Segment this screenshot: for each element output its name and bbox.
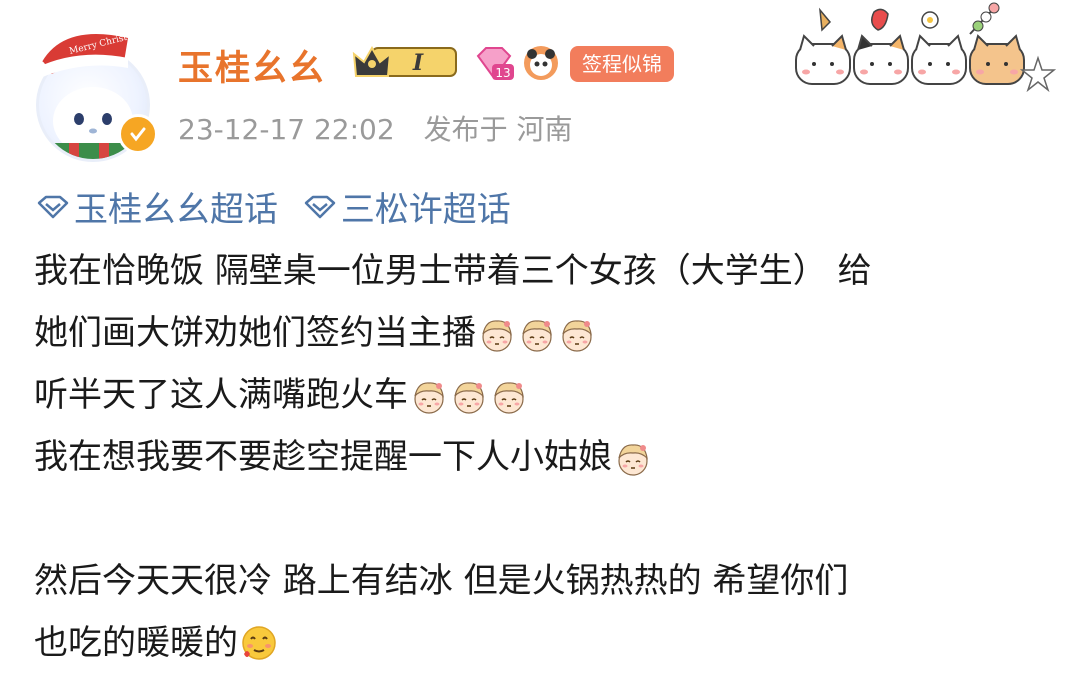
post-line-text: 听半天了这人满嘴跑火车	[34, 375, 408, 415]
gem-level: 13	[495, 66, 510, 80]
post-line: 然后今天天很冷 路上有结冰 但是火锅热热的 希望你们	[34, 561, 849, 601]
topics: 玉桂幺幺超话 三松许超话	[36, 182, 525, 231]
level-text: I	[412, 50, 424, 76]
post-line-text: 她们画大饼劝她们签约当主播	[34, 313, 476, 353]
sticker-girl-icon	[482, 319, 512, 352]
post-line-text: 也吃的暖暖的	[34, 623, 238, 663]
gem-icon[interactable]: 13	[474, 44, 514, 82]
post-line-with-stickers: 我在想我要不要趁空提醒一下人小姑娘	[34, 426, 1064, 488]
crown-level-icon[interactable]: I	[352, 42, 460, 82]
topic-label-2: 三松许超话	[340, 190, 511, 230]
sticker-girl-icon	[414, 381, 444, 414]
sticker-girl-icon	[522, 319, 552, 352]
post-line-with-emoji: 也吃的暖暖的	[34, 612, 1064, 674]
sticker-girl-icon	[562, 319, 592, 352]
post-location: 发布于 河南	[423, 113, 573, 146]
topic-diamond-icon	[37, 195, 69, 218]
cats-decoration-icon	[795, 2, 1057, 93]
post-time: 23-12-17 22:02	[178, 113, 395, 146]
post-line-text: 我在想我要不要趁空提醒一下人小姑娘	[34, 437, 612, 477]
sticker-group	[476, 302, 596, 364]
sticker-girl-icon	[618, 443, 648, 476]
sign-badge[interactable]: 签程似锦	[570, 46, 674, 82]
topic-diamond-icon	[304, 195, 336, 218]
sticker-group	[612, 426, 652, 488]
panda-icon[interactable]	[522, 44, 560, 82]
avatar[interactable]: Merry Christmas	[22, 18, 158, 162]
username[interactable]: 玉桂幺幺	[178, 40, 326, 91]
post-line-with-stickers: 听半天了这人满嘴跑火车	[34, 364, 1064, 426]
star-icon	[1019, 55, 1057, 93]
topic-link-2[interactable]: 三松许超话	[303, 182, 511, 231]
sticker-girl-icon	[454, 381, 484, 414]
topic-label-1: 玉桂幺幺超话	[74, 190, 278, 230]
sticker-girl-icon	[494, 381, 524, 414]
santa-hat-icon: Merry Christmas	[30, 28, 138, 78]
post-line: 我在恰晚饭 隔壁桌一位男士带着三个女孩（大学生） 给	[34, 251, 872, 291]
drool-face-icon	[242, 626, 276, 660]
post-meta: 23-12-17 22:02 发布于 河南	[178, 108, 593, 148]
topic-link-1[interactable]: 玉桂幺幺超话	[36, 182, 278, 231]
post-body: 我在恰晚饭 隔壁桌一位男士带着三个女孩（大学生） 给 她们画大饼劝她们签约当主播…	[34, 240, 1064, 674]
verified-badge-icon	[118, 114, 158, 154]
post-line-with-stickers: 她们画大饼劝她们签约当主播	[34, 302, 1064, 364]
cat-icon	[795, 34, 851, 85]
sticker-group	[408, 364, 528, 426]
